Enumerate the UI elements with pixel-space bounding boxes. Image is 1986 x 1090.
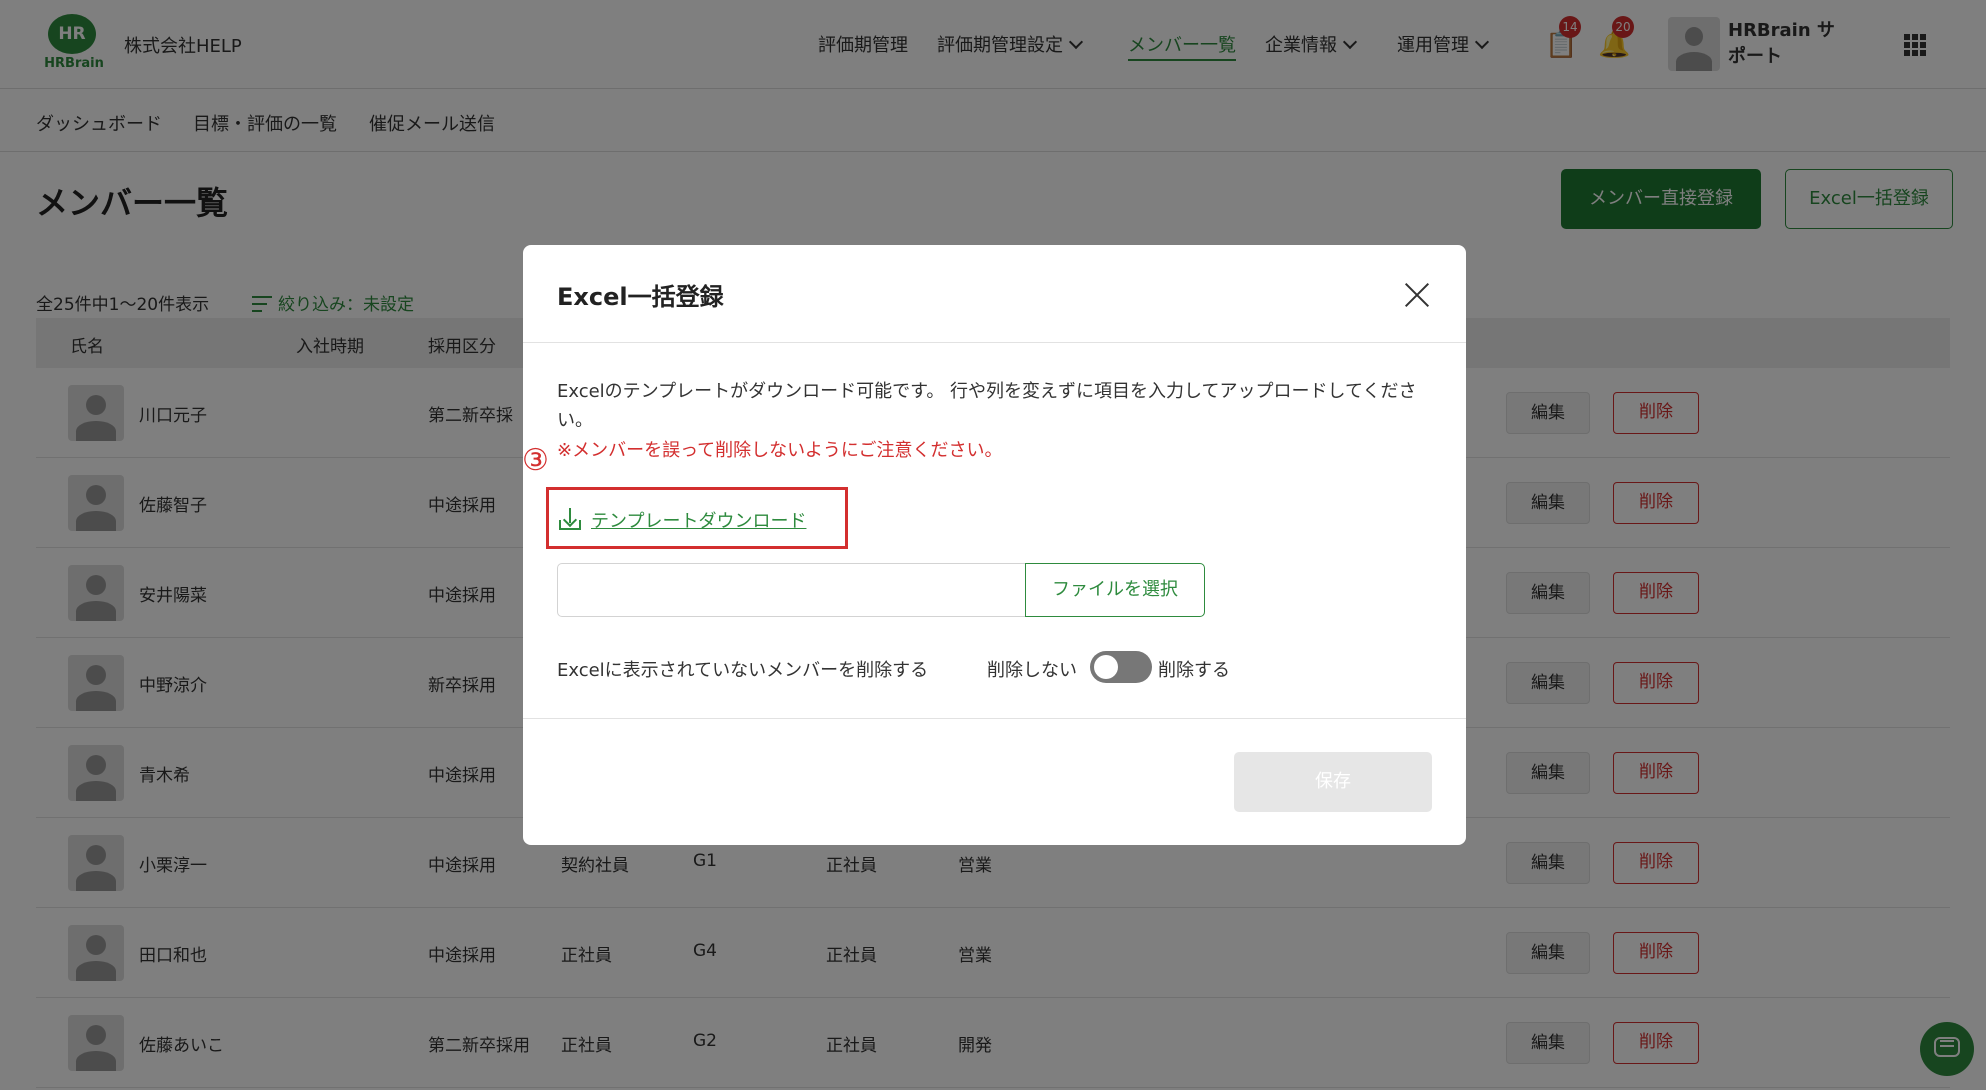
toggle-knob <box>1094 655 1118 679</box>
template-download-link[interactable]: テンプレートダウンロード <box>557 501 806 533</box>
dialog-footer-divider <box>523 718 1466 719</box>
download-icon <box>557 506 583 532</box>
file-path-input[interactable] <box>557 563 1029 617</box>
template-download-label: テンプレートダウンロード <box>591 511 807 532</box>
choose-file-button[interactable]: ファイルを選択 <box>1025 563 1205 617</box>
dialog-description: Excelのテンプレートがダウンロード可能です。 行や列を変えずに項目を入力して… <box>557 381 1417 431</box>
close-icon[interactable] <box>1402 281 1432 311</box>
save-button[interactable]: 保存 <box>1234 752 1432 812</box>
dialog-warning: ※メンバーを誤って削除しないようにご注意ください。 <box>557 440 1003 461</box>
delete-missing-toggle[interactable] <box>1090 651 1152 683</box>
step-marker: ③ <box>522 443 549 478</box>
dialog-title: Excel一括登録 <box>557 283 724 311</box>
dialog-divider <box>523 342 1466 343</box>
toggle-on-label: 削除する <box>1158 660 1230 681</box>
excel-import-dialog: Excel一括登録 Excelのテンプレートがダウンロード可能です。 行や列を変… <box>522 245 1466 845</box>
delete-option-label: Excelに表示されていないメンバーを削除する <box>557 660 929 681</box>
toggle-off-label: 削除しない <box>987 660 1077 681</box>
